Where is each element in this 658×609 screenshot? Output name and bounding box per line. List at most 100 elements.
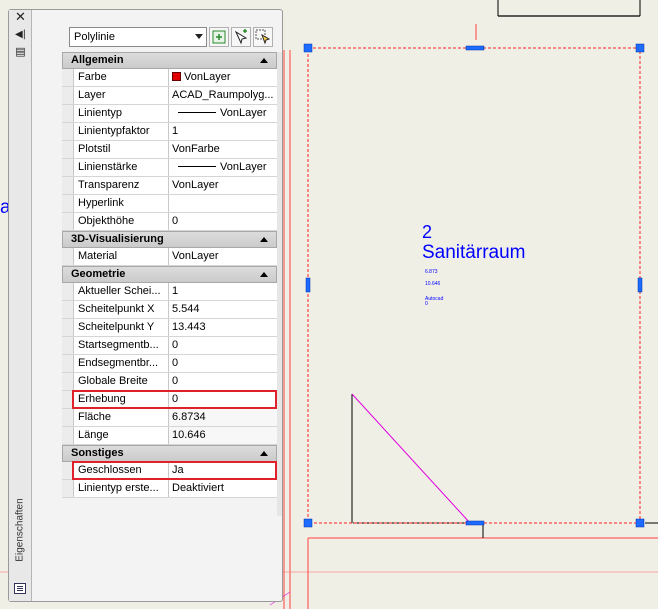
property-row[interactable]: Plotstil VonFarbe xyxy=(62,141,277,159)
property-value[interactable]: VonLayer xyxy=(169,69,277,86)
property-value-text: 0 xyxy=(172,375,179,387)
property-name: Objekthöhe xyxy=(74,213,169,230)
property-value-text: 13.443 xyxy=(172,321,206,333)
property-value[interactable]: VonLayer xyxy=(169,177,277,194)
collapse-icon[interactable] xyxy=(260,272,268,277)
property-row[interactable]: Hyperlink xyxy=(62,195,277,213)
property-row[interactable]: Linientyp erste... Deaktiviert xyxy=(62,480,277,498)
row-gutter xyxy=(62,337,74,354)
property-value[interactable]: Deaktiviert xyxy=(169,480,277,497)
highlight-box xyxy=(72,461,277,480)
property-value[interactable]: 0 xyxy=(169,213,277,230)
property-value[interactable] xyxy=(169,195,277,212)
category-header[interactable]: Geometrie xyxy=(62,266,277,283)
row-gutter xyxy=(62,177,74,194)
properties-menu-icon[interactable]: ▤ xyxy=(14,46,27,58)
pickadd-toggle-button[interactable] xyxy=(231,27,251,47)
room-autocad-sub-label: 0 xyxy=(425,301,428,307)
row-gutter xyxy=(62,301,74,318)
property-row[interactable]: Globale Breite 0 xyxy=(62,373,277,391)
linetype-preview-icon xyxy=(178,112,216,113)
property-row[interactable]: Erhebung 0 xyxy=(62,390,277,409)
property-row[interactable]: Aktueller Schei... 1 xyxy=(62,283,277,301)
property-name: Globale Breite xyxy=(74,373,169,390)
property-row[interactable]: Linientypfaktor 1 xyxy=(62,123,277,141)
property-row[interactable]: Linientyp VonLayer xyxy=(62,105,277,123)
property-row[interactable]: Objekthöhe 0 xyxy=(62,213,277,231)
property-value[interactable]: 1 xyxy=(169,123,277,140)
palette-settings-icon[interactable] xyxy=(14,583,26,594)
property-row[interactable]: Geschlossen Ja xyxy=(62,461,277,480)
category-header[interactable]: Sonstiges xyxy=(62,445,277,462)
property-value[interactable]: 0 xyxy=(169,373,277,390)
property-row[interactable]: Linienstärke VonLayer xyxy=(62,159,277,177)
palette-title: Eigenschaften xyxy=(14,498,26,562)
property-value[interactable]: VonLayer xyxy=(169,105,277,122)
property-row[interactable]: Farbe VonLayer xyxy=(62,69,277,87)
property-row[interactable]: Fläche 6.8734 xyxy=(62,409,277,427)
property-value[interactable]: VonLayer xyxy=(169,159,277,176)
room-area-label: 6.873 xyxy=(425,269,438,275)
auto-hide-icon[interactable]: ◀| xyxy=(14,29,27,41)
chevron-down-icon[interactable] xyxy=(195,34,203,39)
property-row[interactable]: Transparenz VonLayer xyxy=(62,177,277,195)
property-name: Layer xyxy=(74,87,169,104)
property-value-text: ACAD_Raumpolyg... xyxy=(172,89,274,101)
property-row[interactable]: Scheitelpunkt X 5.544 xyxy=(62,301,277,319)
palette-title-strip[interactable]: ✕ ◀| ▤ Eigenschaften xyxy=(9,10,32,601)
property-value[interactable]: ACAD_Raumpolyg... xyxy=(169,87,277,104)
property-value-text: 6.8734 xyxy=(172,411,206,423)
property-name: Material xyxy=(74,248,169,265)
property-row[interactable]: Startsegmentb... 0 xyxy=(62,337,277,355)
row-gutter xyxy=(62,319,74,336)
property-value-text: 0 xyxy=(172,339,179,351)
property-row[interactable]: Endsegmentbr... 0 xyxy=(62,355,277,373)
property-row[interactable]: Material VonLayer xyxy=(62,248,277,266)
property-row[interactable]: Länge 10.646 xyxy=(62,427,277,445)
grip-corner xyxy=(303,518,313,528)
property-value-text: VonFarbe xyxy=(172,143,220,155)
property-value[interactable]: 13.443 xyxy=(169,319,277,336)
property-value[interactable]: VonLayer xyxy=(169,248,277,265)
grip-midpoint xyxy=(465,520,485,526)
property-value[interactable]: 5.544 xyxy=(169,301,277,318)
category-label: Geometrie xyxy=(71,268,126,280)
property-grid: Allgemein Farbe VonLayer Layer ACAD_Raumpoly… xyxy=(62,52,277,498)
collapse-icon[interactable] xyxy=(260,58,268,63)
property-value: 6.8734 xyxy=(169,409,277,426)
property-value-text: Deaktiviert xyxy=(172,482,224,494)
row-gutter xyxy=(62,283,74,300)
object-type-select[interactable]: Polylinie xyxy=(69,27,207,47)
palette-scrollbar[interactable] xyxy=(277,52,282,516)
row-gutter xyxy=(62,69,74,86)
property-name: Linientypfaktor xyxy=(74,123,169,140)
category-header[interactable]: 3D-Visualisierung xyxy=(62,231,277,248)
property-name: Transparenz xyxy=(74,177,169,194)
close-icon[interactable]: ✕ xyxy=(14,11,27,24)
property-value: 10.646 xyxy=(169,427,277,444)
property-value[interactable]: 1 xyxy=(169,283,277,300)
property-row[interactable]: Scheitelpunkt Y 13.443 xyxy=(62,319,277,337)
highlight-box xyxy=(72,390,277,409)
property-value[interactable]: VonFarbe xyxy=(169,141,277,158)
property-name: Länge xyxy=(74,427,169,444)
property-name: Hyperlink xyxy=(74,195,169,212)
quick-select-icon xyxy=(212,30,226,44)
grip-midpoint xyxy=(465,45,485,51)
property-name: Startsegmentb... xyxy=(74,337,169,354)
property-name: Fläche xyxy=(74,409,169,426)
property-value[interactable]: 0 xyxy=(169,337,277,354)
select-objects-button[interactable] xyxy=(253,27,273,47)
select-objects-icon xyxy=(255,29,271,45)
collapse-icon[interactable] xyxy=(260,237,268,242)
row-gutter xyxy=(62,355,74,372)
category-header[interactable]: Allgemein xyxy=(62,52,277,69)
property-name: Scheitelpunkt X xyxy=(74,301,169,318)
property-value[interactable]: 0 xyxy=(169,355,277,372)
property-name: Linientyp erste... xyxy=(74,480,169,497)
collapse-icon[interactable] xyxy=(260,451,268,456)
property-name: Plotstil xyxy=(74,141,169,158)
quick-select-button[interactable] xyxy=(209,27,229,47)
property-row[interactable]: Layer ACAD_Raumpolyg... xyxy=(62,87,277,105)
properties-palette: ✕ ◀| ▤ Eigenschaften Polylinie Allgemein… xyxy=(8,9,283,602)
